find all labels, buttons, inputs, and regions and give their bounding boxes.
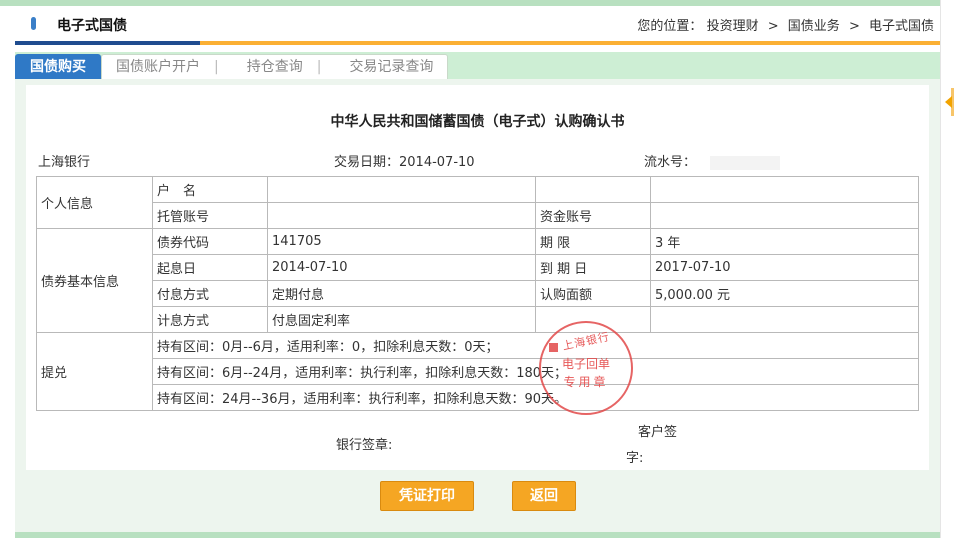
fund-value <box>650 202 919 229</box>
bank-signature-label: 银行签章: <box>336 438 393 453</box>
code-label: 债券代码 <box>152 228 268 255</box>
start-label: 起息日 <box>152 254 268 281</box>
breadcrumb-separator: > <box>848 19 860 34</box>
tab-open-account[interactable]: 国债账户开户 | <box>102 55 233 79</box>
page-header: 电子式国债 您的位置： 投资理财 > 国债业务 > 电子式国债 <box>15 6 940 45</box>
table-row: 提兑 持有区间：0月--6月，适用利率：0，扣除利息天数：0天； <box>36 332 919 411</box>
bank-name: 上海银行 <box>38 155 91 170</box>
certificate-table: 个人信息 户 名 托管账号 资金账号 债券基本信息 债券代码 141705 期 … <box>36 176 919 411</box>
bottom-strip <box>15 532 940 538</box>
right-side-panel <box>940 0 960 538</box>
tab-bar: 国债购买 国债账户开户 | 持仓查询 | 交易记录查询 <box>15 52 940 79</box>
header-accent-bar <box>15 41 940 45</box>
redeem-rule: 持有区间：24月--36月，适用利率：执行利率，扣除利息天数：90天。 <box>152 384 919 411</box>
section-personal: 个人信息 <box>36 176 153 229</box>
table-row: 托管账号 资金账号 <box>37 202 919 229</box>
form-title: 中华人民共和国储蓄国债（电子式）认购确认书 <box>330 114 625 130</box>
pay-label: 付息方式 <box>152 280 268 307</box>
table-row: 持有区间：6月--24月，适用利率：执行利率，扣除利息天数：180天； <box>37 358 919 385</box>
breadcrumb-item-invest[interactable]: 投资理财 <box>707 19 759 34</box>
serial-value-masked <box>710 155 781 170</box>
fund-label: 资金账号 <box>535 202 651 229</box>
tab-transactions-label: 交易记录查询 <box>349 59 434 75</box>
trade-date-label: 交易日期： <box>334 155 400 170</box>
serial-number: 流水号： <box>644 151 781 170</box>
section-bond: 债券基本信息 <box>36 228 153 333</box>
table-row: 持有区间：24月--36月，适用利率：执行利率，扣除利息天数：90天。 <box>37 384 919 411</box>
tab-bond-purchase[interactable]: 国债购买 <box>15 54 101 79</box>
section-redeem: 提兑 <box>36 332 153 411</box>
breadcrumb-item-bonds[interactable]: 国债业务 <box>788 19 840 34</box>
table-row: 计息方式 付息固定利率 <box>37 306 919 333</box>
breadcrumb-prefix: 您的位置： <box>637 19 703 34</box>
print-voucher-button[interactable]: 凭证打印 <box>380 481 474 511</box>
maturity-value: 2017-07-10 <box>650 254 919 281</box>
breadcrumb-separator: > <box>767 19 779 34</box>
empty-cell <box>535 176 651 203</box>
term-label: 期 限 <box>535 228 651 255</box>
amount-value: 5,000.00 元 <box>650 280 919 307</box>
table-row: 个人信息 户 名 <box>36 176 919 229</box>
tab-holdings-label: 持仓查询 <box>246 59 303 75</box>
breadcrumb-item-current: 电子式国债 <box>868 19 934 34</box>
maturity-label: 到 期 日 <box>535 254 651 281</box>
customer-signature-label: 客户签 <box>638 425 678 440</box>
trade-date-value: 2014-07-10 <box>399 155 475 170</box>
customer-signature-label-cont: 字: <box>626 451 644 466</box>
redeem-rule: 持有区间：6月--24月，适用利率：执行利率，扣除利息天数：180天； <box>152 358 919 385</box>
empty-cell <box>535 306 651 333</box>
term-value: 3 年 <box>650 228 919 255</box>
code-value: 141705 <box>267 228 536 255</box>
calc-label: 计息方式 <box>152 306 268 333</box>
back-button[interactable]: 返回 <box>512 481 576 511</box>
start-value: 2014-07-10 <box>267 254 536 281</box>
empty-cell <box>650 176 919 203</box>
trade-date: 交易日期：2014-07-10 <box>334 151 475 170</box>
table-row: 付息方式 定期付息 认购面额 5,000.00 元 <box>37 280 919 307</box>
confirmation-form: 中华人民共和国储蓄国债（电子式）认购确认书 上海银行 交易日期：2014-07-… <box>26 85 929 470</box>
custody-label: 托管账号 <box>152 202 268 229</box>
content-panel: 中华人民共和国储蓄国债（电子式）认购确认书 上海银行 交易日期：2014-07-… <box>15 79 940 538</box>
table-row: 债券基本信息 债券代码 141705 期 限 3 年 <box>36 228 919 333</box>
tab-transactions[interactable]: 交易记录查询 <box>335 55 447 79</box>
serial-label: 流水号： <box>644 155 697 170</box>
name-value <box>267 176 536 203</box>
collapse-arrow-icon[interactable] <box>945 96 952 108</box>
tab-holdings[interactable]: 持仓查询 | <box>233 55 336 79</box>
tab-open-account-label: 国债账户开户 <box>116 59 200 75</box>
breadcrumb: 您的位置： 投资理财 > 国债业务 > 电子式国债 <box>637 15 934 34</box>
name-label: 户 名 <box>152 176 268 203</box>
redeem-rule: 持有区间：0月--6月，适用利率：0，扣除利息天数：0天； <box>152 332 919 359</box>
header-marker-icon <box>31 17 36 30</box>
table-row: 起息日 2014-07-10 到 期 日 2017-07-10 <box>37 254 919 281</box>
amount-label: 认购面额 <box>535 280 651 307</box>
calc-value: 付息固定利率 <box>267 306 536 333</box>
empty-cell <box>650 306 919 333</box>
pay-value: 定期付息 <box>267 280 536 307</box>
page-title: 电子式国债 <box>57 18 127 34</box>
tab-group: 国债账户开户 | 持仓查询 | 交易记录查询 <box>101 54 449 79</box>
custody-value <box>267 202 536 229</box>
